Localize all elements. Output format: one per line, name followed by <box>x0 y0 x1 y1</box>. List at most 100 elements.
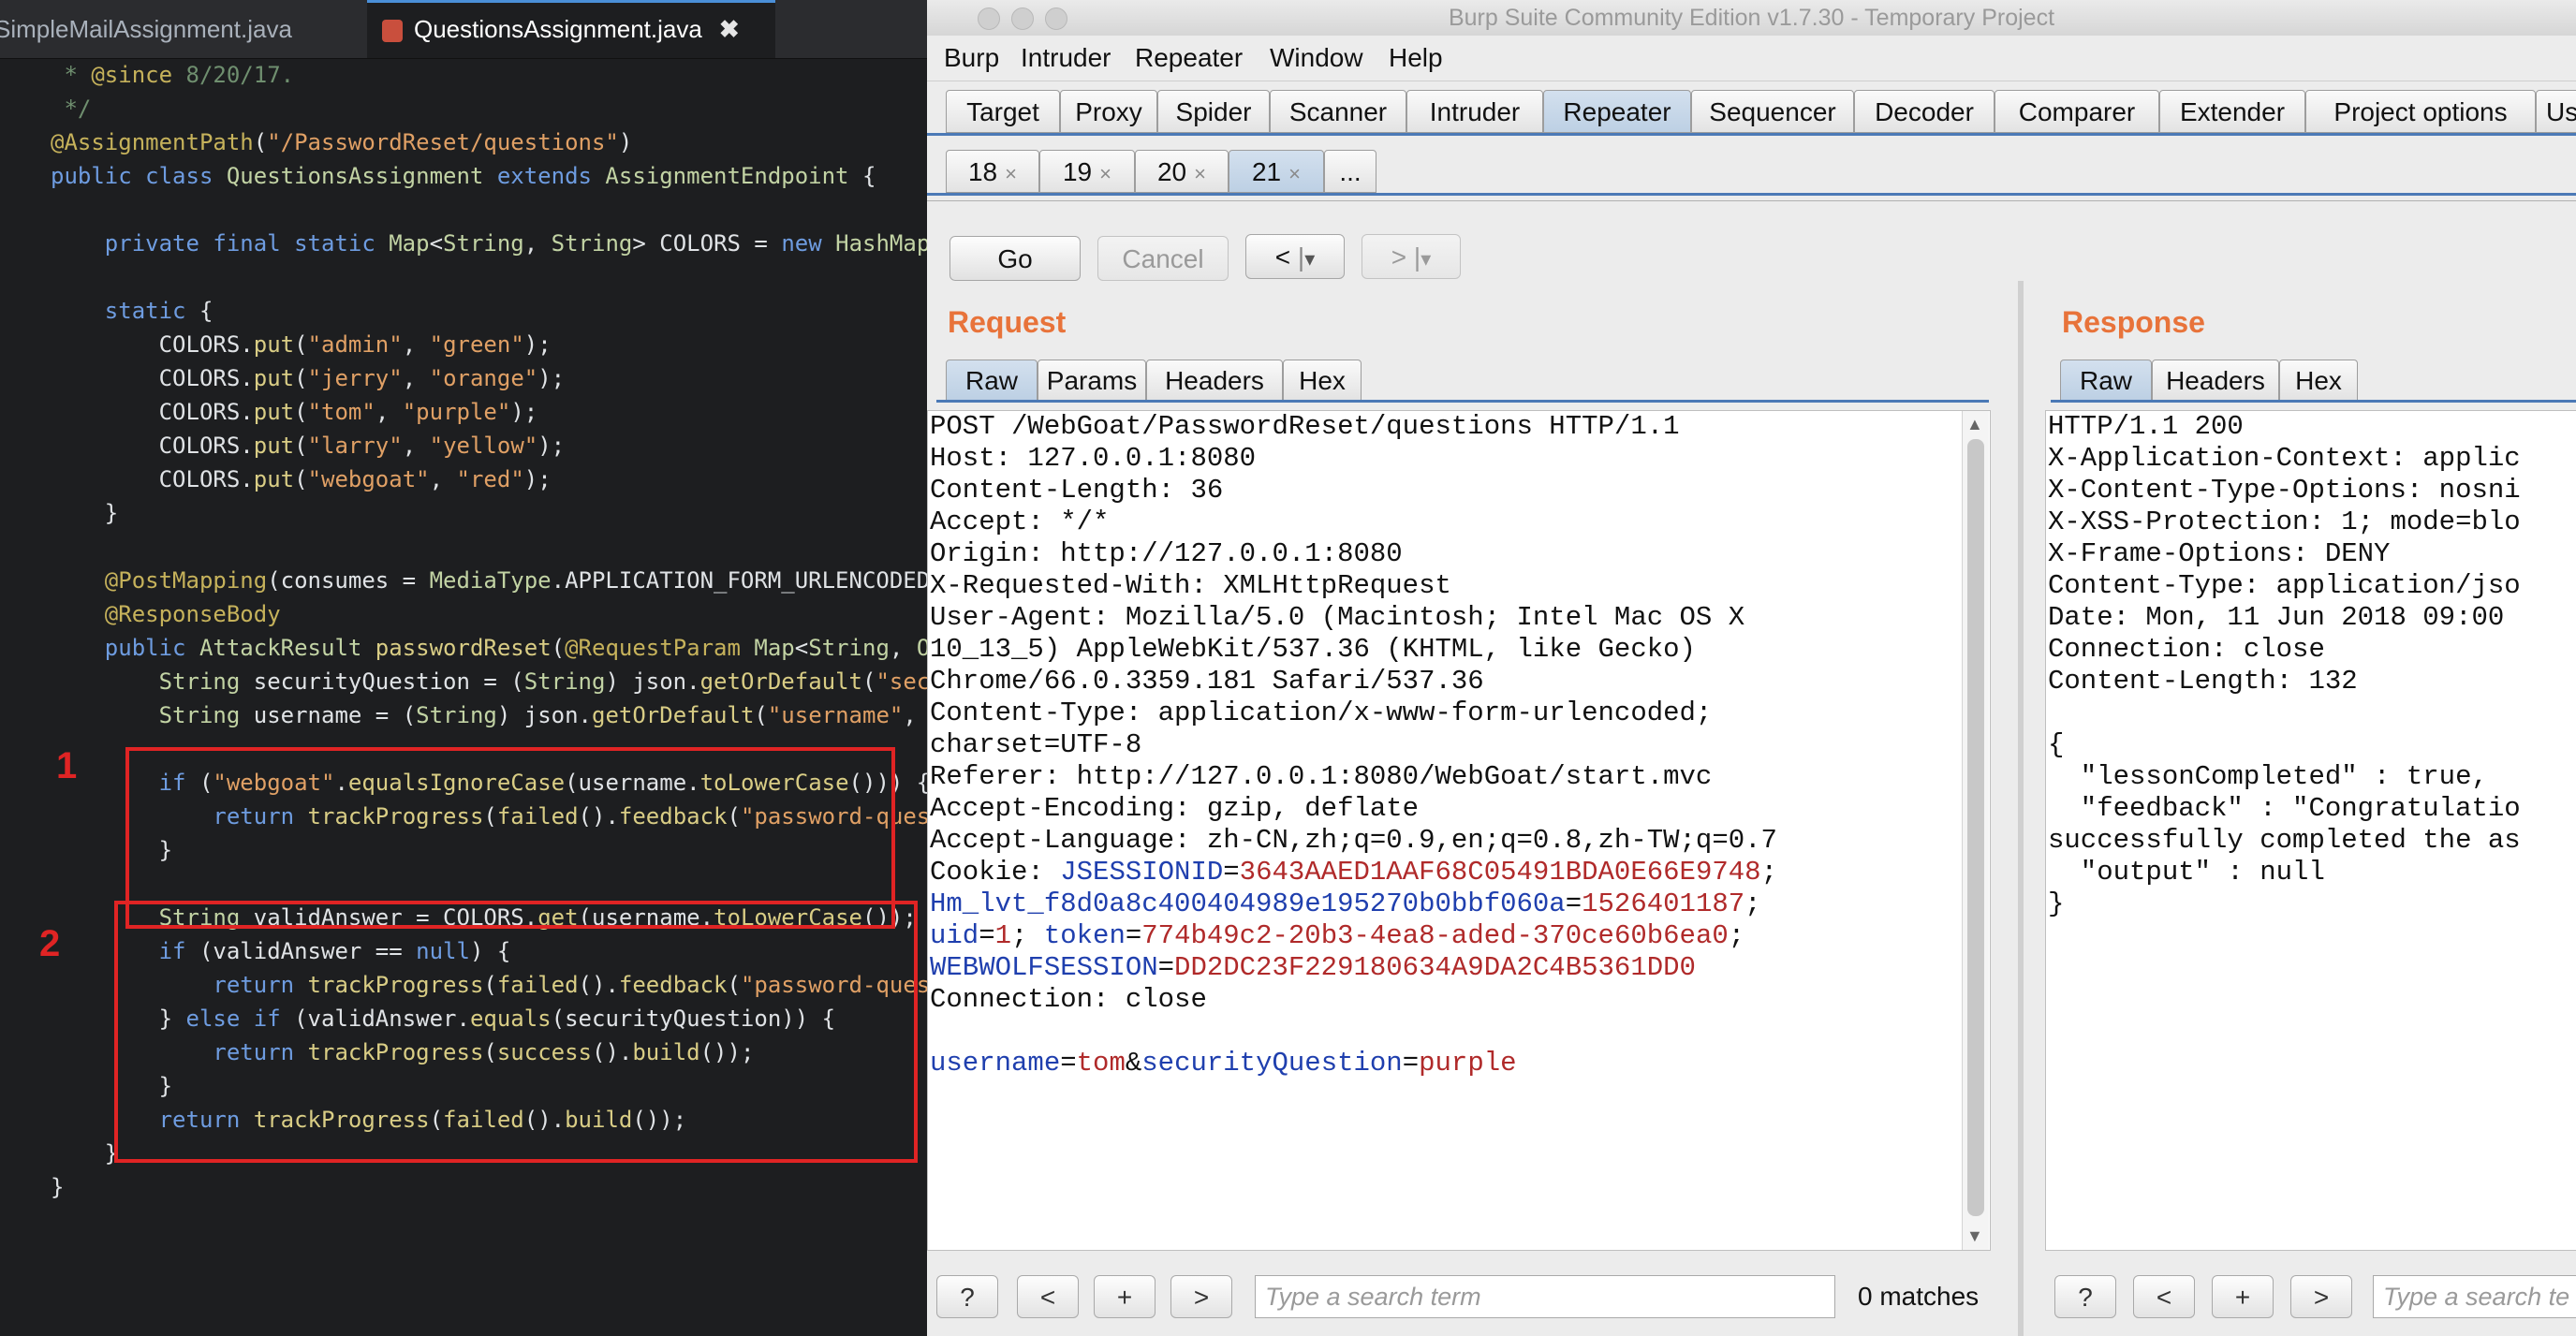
tab-user-options[interactable]: Us <box>2536 90 2576 133</box>
param-value: purple <box>1419 1048 1517 1079</box>
code-line: COLORS.put("tom", "purple"); <box>51 399 538 425</box>
tab-sequencer[interactable]: Sequencer <box>1691 90 1854 133</box>
response-search-add-button[interactable]: + <box>2212 1275 2274 1318</box>
request-scrollbar[interactable]: ▲ ▼ <box>1962 411 1989 1250</box>
response-search-prev-button[interactable]: < <box>2133 1275 2195 1318</box>
cookie-name: uid <box>930 920 979 951</box>
cookie-name: Hm_lvt_f8d0a8c400404989e195270b0bbf060a <box>930 888 1566 919</box>
request-search-add-button[interactable]: + <box>1094 1275 1156 1318</box>
response-editor[interactable]: HTTP/1.1 200 X-Application-Context: appl… <box>2045 410 2576 1251</box>
request-tab-underline <box>936 400 1989 403</box>
scroll-up-icon[interactable]: ▲ <box>1966 415 1983 434</box>
request-tab-raw[interactable]: Raw <box>946 360 1038 401</box>
response-tab-hex[interactable]: Hex <box>2279 360 2358 401</box>
response-line: Content-Type: application/jso <box>2048 570 2521 601</box>
forward-button[interactable]: > |▾ <box>1362 234 1461 279</box>
repeater-tab-20[interactable]: 20 × <box>1135 150 1229 193</box>
tab-proxy[interactable]: Proxy <box>1060 90 1157 133</box>
cancel-button[interactable]: Cancel <box>1097 236 1229 281</box>
tab-repeater[interactable]: Repeater <box>1543 90 1691 133</box>
request-line: Chrome/66.0.3359.181 Safari/537.36 <box>930 666 1484 697</box>
tab-decoder[interactable]: Decoder <box>1854 90 1995 133</box>
repeater-tab-18[interactable]: 18 × <box>946 150 1039 193</box>
menu-help[interactable]: Help <box>1389 36 1443 81</box>
request-tab-hex[interactable]: Hex <box>1283 360 1362 401</box>
menu-repeater[interactable]: Repeater <box>1135 36 1243 81</box>
java-file-icon <box>382 20 403 43</box>
request-search-next-button[interactable]: > <box>1170 1275 1232 1318</box>
tab-scanner[interactable]: Scanner <box>1270 90 1406 133</box>
response-line: X-XSS-Protection: 1; mode=blo <box>2048 507 2521 537</box>
tab-target[interactable]: Target <box>946 90 1060 133</box>
close-icon[interactable]: × <box>1099 162 1111 185</box>
repeater-tab-label: 19 <box>1062 157 1093 186</box>
request-line: charset=UTF-8 <box>930 729 1142 760</box>
response-line: Content-Length: 132 <box>2048 666 2358 697</box>
repeater-tab-19[interactable]: 19 × <box>1039 150 1135 193</box>
request-body-line: username=tom&securityQuestion=purple <box>930 1048 1517 1079</box>
burp-window: Burp Suite Community Edition v1.7.30 - T… <box>927 0 2576 1336</box>
response-tab-headers[interactable]: Headers <box>2152 360 2279 401</box>
request-tab-headers[interactable]: Headers <box>1146 360 1283 401</box>
request-line: Accept-Encoding: gzip, deflate <box>930 793 1420 824</box>
request-line: Referer: http://127.0.0.1:8080/WebGoat/s… <box>930 761 1713 792</box>
request-editor[interactable]: POST /WebGoat/PasswordReset/questions HT… <box>927 410 1991 1251</box>
response-search-input[interactable]: Type a search te <box>2373 1275 2576 1318</box>
annotation-box-2 <box>114 901 918 1163</box>
cookie-value: 1 <box>994 920 1012 951</box>
code-line: static { <box>104 298 213 324</box>
request-match-count: 0 matches <box>1858 1282 1980 1311</box>
cookie-label: Cookie: <box>930 857 1061 888</box>
request-search-prev-button[interactable]: < <box>1017 1275 1079 1318</box>
response-line: } <box>2048 888 2065 919</box>
close-icon[interactable]: × <box>1194 162 1206 185</box>
request-line: Accept-Language: zh-CN,zh;q=0.9,en;q=0.8… <box>930 825 1777 856</box>
code-line: @PostMapping(consumes = MediaType.APPLIC… <box>104 567 927 594</box>
tab-project-options[interactable]: Project options <box>2305 90 2536 133</box>
request-line: Connection: close <box>930 984 1207 1015</box>
response-search-next-button[interactable]: > <box>2290 1275 2352 1318</box>
request-tab-params[interactable]: Params <box>1038 360 1146 401</box>
tab-comparer[interactable]: Comparer <box>1995 90 2159 133</box>
go-button[interactable]: Go <box>949 236 1081 281</box>
code-line: public class QuestionsAssignment extends… <box>51 163 876 189</box>
menu-window[interactable]: Window <box>1270 36 1363 81</box>
code-line: public AttackResult passwordReset(@Reque… <box>104 635 927 661</box>
tab-simplemailassignment[interactable]: SimpleMailAssignment.java <box>0 0 361 58</box>
request-help-button[interactable]: ? <box>936 1275 998 1318</box>
tab-label: SimpleMailAssignment.java <box>0 15 292 43</box>
code-line: } <box>51 1174 65 1200</box>
request-line: Host: 127.0.0.1:8080 <box>930 443 1257 474</box>
back-arrow-icon: < <box>1274 242 1291 272</box>
code-line: @ResponseBody <box>104 601 281 627</box>
tab-intruder[interactable]: Intruder <box>1406 90 1543 133</box>
request-search-input[interactable]: Type a search term <box>1255 1275 1835 1318</box>
cookie-name: WEBWOLFSESSION <box>930 952 1158 983</box>
scroll-thumb[interactable] <box>1967 439 1984 1216</box>
repeater-tab-underline <box>927 193 2576 196</box>
back-button[interactable]: < |▾ <box>1245 234 1345 279</box>
cookie-line: WEBWOLFSESSION=DD2DC23F229180634A9DA2C4B… <box>930 952 1696 983</box>
response-help-button[interactable]: ? <box>2054 1275 2116 1318</box>
close-tab-icon[interactable]: ✖ <box>719 15 740 43</box>
split-pane-divider[interactable] <box>2018 281 2024 1336</box>
menu-bar: Burp Intruder Repeater Window Help <box>927 36 2576 81</box>
close-icon[interactable]: × <box>1288 162 1301 185</box>
request-line: X-Requested-With: XMLHttpRequest <box>930 570 1451 601</box>
code-editor[interactable]: * @since 8/20/17. */ @AssignmentPath("/P… <box>0 58 927 1336</box>
annotation-number-2: 2 <box>39 923 61 964</box>
response-tab-raw[interactable]: Raw <box>2060 360 2152 401</box>
menu-burp[interactable]: Burp <box>944 36 999 81</box>
tab-questionsassignment[interactable]: QuestionsAssignment.java ✖ <box>367 0 775 58</box>
cookie-line: Cookie: JSESSIONID=3643AAED1AAF68C05491B… <box>930 857 1777 888</box>
scroll-down-icon[interactable]: ▼ <box>1966 1226 1983 1246</box>
ide-window: SimpleMailAssignment.java QuestionsAssig… <box>0 0 927 1336</box>
close-icon[interactable]: × <box>1005 162 1017 185</box>
code-line: COLORS.put("admin", "green"); <box>51 331 552 358</box>
code-line: } <box>51 500 119 526</box>
repeater-new-tab[interactable]: ... <box>1324 150 1376 193</box>
tab-extender[interactable]: Extender <box>2159 90 2305 133</box>
tab-spider[interactable]: Spider <box>1157 90 1270 133</box>
repeater-tab-21[interactable]: 21 × <box>1229 150 1324 193</box>
menu-intruder[interactable]: Intruder <box>1021 36 1111 81</box>
